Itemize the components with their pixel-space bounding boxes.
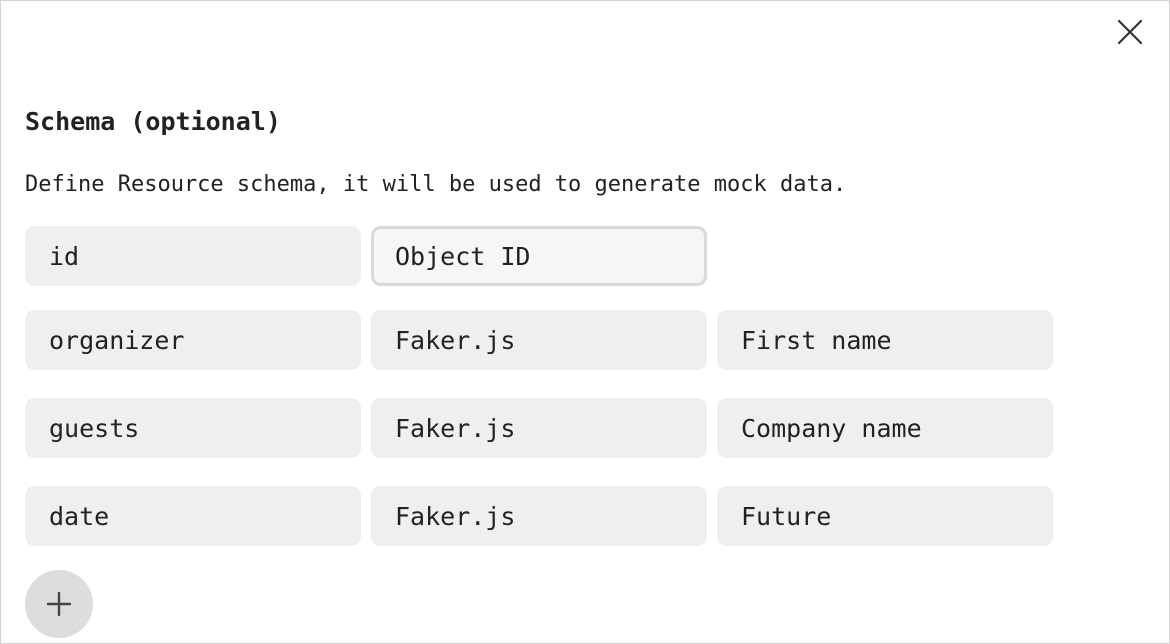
generator-select[interactable]: Object ID [371,226,707,286]
field-name-input[interactable]: date [25,486,361,546]
faker-type-select[interactable]: Company name [717,398,1053,458]
add-field-button[interactable] [25,570,93,638]
close-icon [1117,19,1143,45]
plus-icon [46,591,72,617]
generator-select[interactable]: Faker.js [371,398,707,458]
schema-dialog: Schema (optional) Define Resource schema… [0,0,1170,644]
field-name-input[interactable]: guests [25,398,361,458]
field-name-input[interactable]: organizer [25,310,361,370]
field-name-input[interactable]: id [25,226,361,286]
close-button[interactable] [1113,15,1147,49]
faker-type-select[interactable]: Future [717,486,1053,546]
generator-select[interactable]: Faker.js [371,486,707,546]
dialog-title: Schema (optional) [25,107,281,136]
dialog-description: Define Resource schema, it will be used … [25,172,847,197]
generator-select[interactable]: Faker.js [371,310,707,370]
faker-type-select[interactable]: First name [717,310,1053,370]
